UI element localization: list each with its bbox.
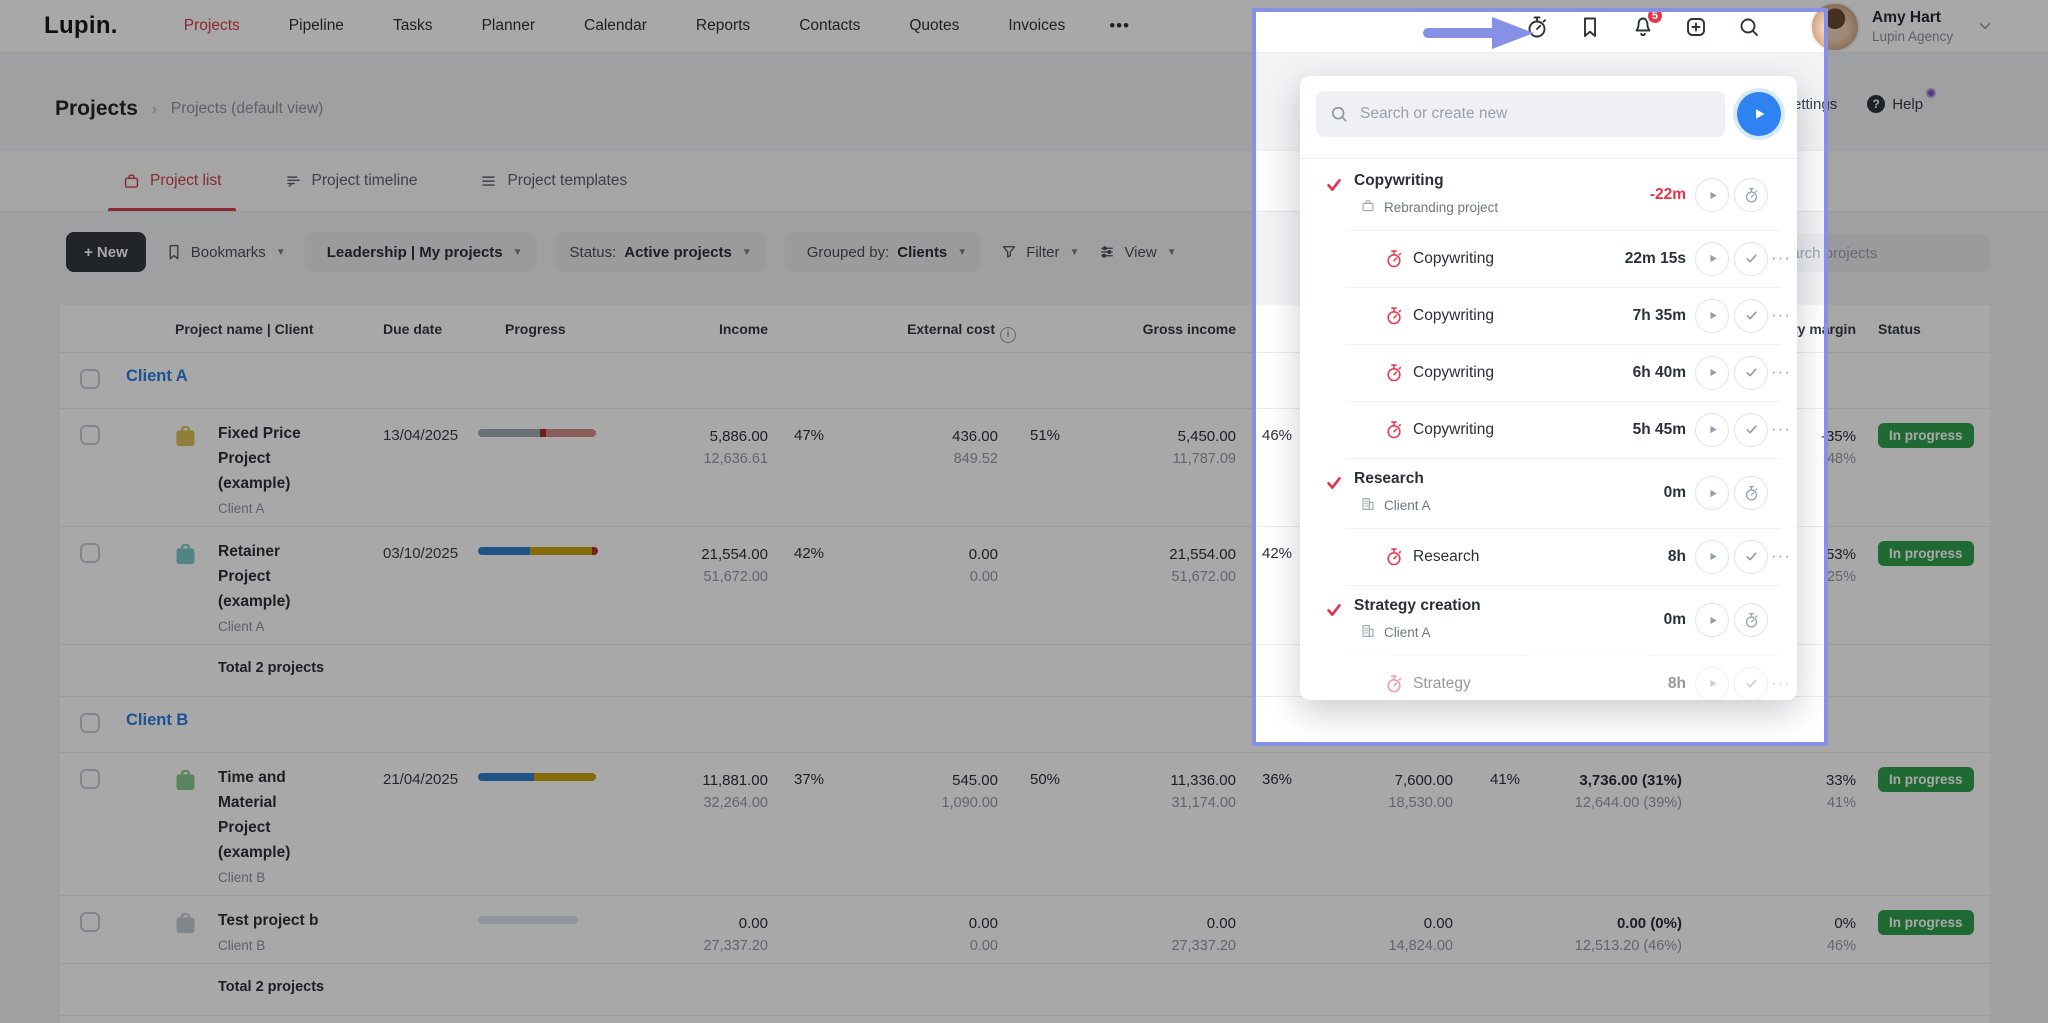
task-subtitle-text: Client A: [1384, 498, 1431, 513]
tracker-task-row[interactable]: Copywriting Rebranding project -22m: [1300, 160, 1797, 230]
play-button[interactable]: [1695, 476, 1729, 510]
row-separator: [1345, 287, 1781, 288]
tracker-entry-row[interactable]: Copywriting 6h 40m ···: [1300, 344, 1797, 401]
notifications-icon[interactable]: 5: [1630, 14, 1655, 39]
tracked-time: 5h 45m: [1633, 421, 1686, 439]
entry-title: Copywriting: [1413, 250, 1494, 268]
panel-divider: [1300, 158, 1797, 159]
tracker-search: [1316, 91, 1725, 137]
task-title: Strategy creation: [1354, 597, 1481, 615]
complete-button[interactable]: [1734, 242, 1768, 276]
entry-title: Copywriting: [1413, 307, 1494, 325]
row-separator: [1345, 344, 1781, 345]
task-subtitle: Client A: [1360, 496, 1431, 515]
play-button[interactable]: [1695, 603, 1729, 637]
time-tracker-panel: CopywritingRebranding project-22mCopywri…: [1300, 76, 1797, 700]
tracked-time: 7h 35m: [1633, 307, 1686, 325]
more-options-button[interactable]: ···: [1771, 673, 1791, 693]
tracked-time: 8h: [1668, 548, 1686, 566]
task-subtitle-text: Rebranding project: [1384, 200, 1498, 215]
task-subtitle-text: Client A: [1384, 625, 1431, 640]
client-icon: [1360, 496, 1376, 515]
search-icon: [1329, 104, 1349, 124]
more-options-button[interactable]: ···: [1771, 248, 1791, 268]
more-options-button[interactable]: ···: [1771, 546, 1791, 566]
row-separator: [1345, 401, 1781, 402]
create-new-icon[interactable]: [1683, 14, 1708, 39]
timer-button[interactable]: [1734, 178, 1768, 212]
timer-button[interactable]: [1734, 603, 1768, 637]
timer-button[interactable]: [1734, 476, 1768, 510]
play-button[interactable]: [1695, 178, 1729, 212]
tracked-time: -22m: [1650, 186, 1686, 204]
tracker-search-input[interactable]: [1316, 91, 1725, 137]
complete-button[interactable]: [1734, 413, 1768, 447]
task-title: Research: [1354, 470, 1424, 488]
row-separator: [1345, 458, 1781, 459]
timer-icon-red: [1384, 547, 1404, 567]
play-button[interactable]: [1695, 413, 1729, 447]
task-title: Copywriting: [1354, 172, 1444, 190]
complete-button[interactable]: [1734, 540, 1768, 574]
play-button[interactable]: [1695, 299, 1729, 333]
dim-overlay-bottom: [0, 746, 2048, 1023]
start-timer-button[interactable]: [1737, 92, 1781, 136]
tracked-time: 0m: [1664, 484, 1686, 502]
tracked-time: 22m 15s: [1625, 250, 1686, 268]
play-button[interactable]: [1695, 242, 1729, 276]
tracker-entry-row[interactable]: Copywriting 22m 15s ···: [1300, 230, 1797, 287]
row-separator: [1345, 655, 1781, 656]
timer-icon-red: [1384, 249, 1404, 269]
row-separator: [1345, 585, 1781, 586]
play-button[interactable]: [1695, 667, 1729, 701]
task-check-icon: [1324, 600, 1344, 620]
tracker-entry-row[interactable]: Research 8h ···: [1300, 528, 1797, 585]
app-window: Lupin. ProjectsPipelineTasksPlannerCalen…: [0, 0, 2048, 1023]
tracker-entry-row[interactable]: Strategy 8h ···: [1300, 655, 1797, 700]
dim-overlay-right: [1828, 8, 2048, 746]
tracker-task-row[interactable]: Strategy creation Client A 0m: [1300, 585, 1797, 655]
timer-icon[interactable]: [1524, 14, 1549, 39]
task-subtitle: Rebranding project: [1360, 198, 1498, 217]
entry-title: Copywriting: [1413, 364, 1494, 382]
task-check-icon: [1324, 473, 1344, 493]
play-button[interactable]: [1695, 356, 1729, 390]
task-subtitle: Client A: [1360, 623, 1431, 642]
timer-icon-red: [1384, 420, 1404, 440]
tracker-task-row[interactable]: Research Client A 0m: [1300, 458, 1797, 528]
bookmarks-icon[interactable]: [1577, 14, 1602, 39]
play-icon: [1750, 105, 1768, 123]
complete-button[interactable]: [1734, 667, 1768, 701]
play-button[interactable]: [1695, 540, 1729, 574]
more-options-button[interactable]: ···: [1771, 419, 1791, 439]
tracker-entry-row[interactable]: Copywriting 7h 35m ···: [1300, 287, 1797, 344]
more-options-button[interactable]: ···: [1771, 305, 1791, 325]
more-options-button[interactable]: ···: [1771, 362, 1791, 382]
gross-income-pct: 42%: [1262, 545, 1292, 562]
row-separator: [1345, 230, 1781, 231]
timer-icon-red: [1384, 306, 1404, 326]
notification-badge: 5: [1646, 7, 1664, 25]
row-separator: [1345, 528, 1781, 529]
complete-button[interactable]: [1734, 356, 1768, 390]
dim-overlay-top: [0, 0, 2048, 8]
entry-title: Strategy: [1413, 675, 1471, 693]
client-icon: [1360, 623, 1376, 642]
complete-button[interactable]: [1734, 299, 1768, 333]
gross-income-pct: 46%: [1262, 427, 1292, 444]
entry-title: Copywriting: [1413, 421, 1494, 439]
project-icon: [1360, 198, 1376, 217]
tracked-time: 0m: [1664, 611, 1686, 629]
dim-overlay-left: [0, 8, 1252, 746]
timer-icon-red: [1384, 363, 1404, 383]
tracked-time: 8h: [1668, 675, 1686, 693]
tracked-time: 6h 40m: [1633, 364, 1686, 382]
tracker-entry-row[interactable]: Copywriting 5h 45m ···: [1300, 401, 1797, 458]
search-icon[interactable]: [1736, 14, 1761, 39]
task-check-icon: [1324, 175, 1344, 195]
entry-title: Research: [1413, 548, 1479, 566]
timer-icon-red: [1384, 674, 1404, 694]
